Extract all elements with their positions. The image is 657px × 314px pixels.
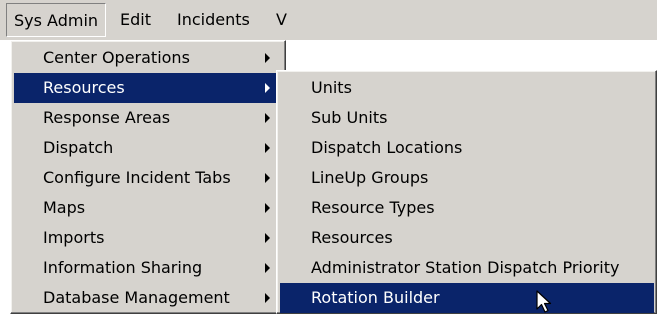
submenu-item-label: Sub Units (311, 108, 388, 127)
menu-bar: Sys Admin Edit Incidents V (0, 0, 657, 40)
submenu-item-label: Administrator Station Dispatch Priority (311, 258, 620, 277)
submenu-item-label: Resource Types (311, 198, 435, 217)
chevron-right-icon (265, 83, 270, 93)
submenu-item-dispatch-locations[interactable]: Dispatch Locations (280, 133, 654, 163)
submenu-item-label: Resources (311, 228, 393, 247)
submenu-item-resource-types[interactable]: Resource Types (280, 193, 654, 223)
submenu-item-administrator-station-dispatch-priority[interactable]: Administrator Station Dispatch Priority (280, 253, 654, 283)
chevron-right-icon (265, 53, 270, 63)
sys-admin-menu: Center Operations Resources Response Are… (10, 40, 286, 314)
menu-item-label: Information Sharing (43, 258, 203, 277)
submenu-item-label: Rotation Builder (311, 288, 440, 307)
chevron-right-icon (265, 173, 270, 183)
submenu-item-rotation-builder[interactable]: Rotation Builder (280, 283, 654, 313)
menu-item-label: Database Management (43, 288, 230, 307)
menu-incidents[interactable]: Incidents (170, 3, 257, 37)
menu-item-maps[interactable]: Maps (14, 193, 282, 223)
menu-item-label: Dispatch (43, 138, 114, 157)
submenu-item-label: LineUp Groups (311, 168, 429, 187)
menu-item-label: Imports (43, 228, 105, 247)
chevron-right-icon (265, 203, 270, 213)
submenu-item-lineup-groups[interactable]: LineUp Groups (280, 163, 654, 193)
menu-item-label: Resources (43, 78, 125, 97)
mouse-pointer-icon (536, 290, 552, 313)
menu-item-configure-incident-tabs[interactable]: Configure Incident Tabs (14, 163, 282, 193)
menu-view[interactable]: V (269, 3, 294, 37)
menu-item-label: Response Areas (43, 108, 171, 127)
menu-item-database-management[interactable]: Database Management (14, 283, 282, 313)
chevron-right-icon (265, 233, 270, 243)
menu-item-label: Center Operations (43, 48, 190, 67)
menu-item-label: Configure Incident Tabs (43, 168, 231, 187)
submenu-item-label: Units (311, 78, 352, 97)
submenu-item-label: Dispatch Locations (311, 138, 463, 157)
submenu-item-sub-units[interactable]: Sub Units (280, 103, 654, 133)
menu-item-imports[interactable]: Imports (14, 223, 282, 253)
chevron-right-icon (265, 263, 270, 273)
menu-edit[interactable]: Edit (113, 3, 158, 37)
menu-item-dispatch[interactable]: Dispatch (14, 133, 282, 163)
submenu-item-resources[interactable]: Resources (280, 223, 654, 253)
menu-item-information-sharing[interactable]: Information Sharing (14, 253, 282, 283)
menu-item-label: Maps (43, 198, 86, 217)
chevron-right-icon (265, 143, 270, 153)
menu-item-response-areas[interactable]: Response Areas (14, 103, 282, 133)
chevron-right-icon (265, 293, 270, 303)
resources-submenu: Units Sub Units Dispatch Locations LineU… (276, 70, 657, 314)
menu-item-center-operations[interactable]: Center Operations (14, 43, 282, 73)
menu-item-resources[interactable]: Resources (14, 73, 282, 103)
chevron-right-icon (265, 113, 270, 123)
menu-sys-admin[interactable]: Sys Admin (6, 3, 107, 37)
submenu-item-units[interactable]: Units (280, 73, 654, 103)
